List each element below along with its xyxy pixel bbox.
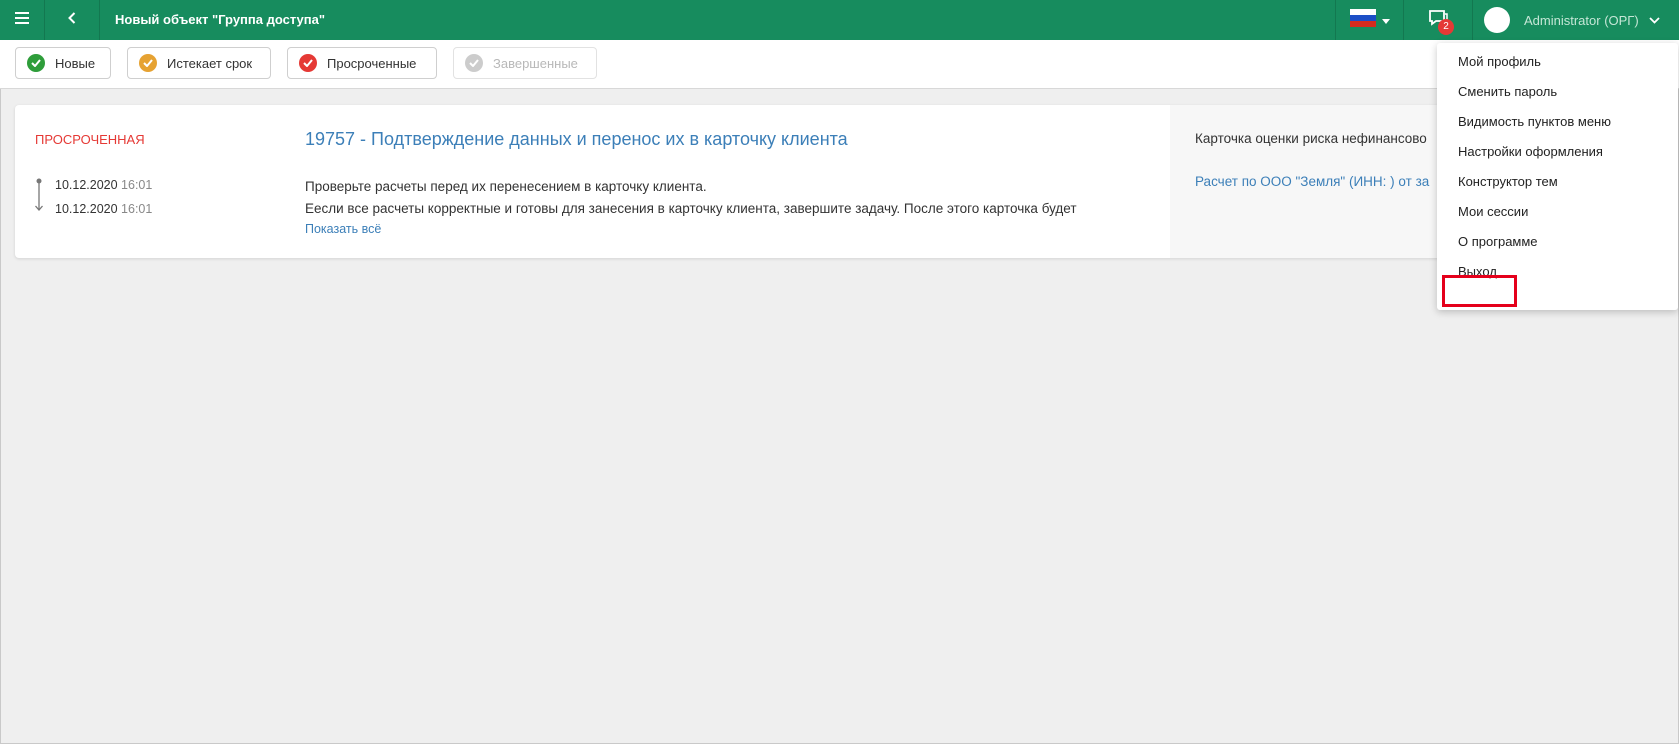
chevron-left-icon <box>68 11 76 29</box>
filter-label: Просроченные <box>327 55 417 71</box>
check-circle-icon <box>27 54 45 72</box>
end-datetime: 10.12.2020 16:01 <box>55 197 152 221</box>
separator <box>99 0 100 40</box>
menu-item-my-sessions[interactable]: Мои сессии <box>1458 204 1528 219</box>
check-circle-icon <box>139 54 157 72</box>
chevron-down-icon <box>1649 16 1660 24</box>
filter-bar: Новые Истекает срок Просроченные Заверше… <box>0 40 1679 89</box>
start-datetime: 10.12.2020 16:01 <box>55 173 152 197</box>
description-line: Проверьте расчеты перед их перенесением … <box>305 179 707 194</box>
show-all-link[interactable]: Показать всё <box>305 222 381 236</box>
menu-item-menu-visibility[interactable]: Видимость пунктов меню <box>1458 114 1611 129</box>
task-card[interactable]: ПРОСРОЧЕННАЯ 10.12.2020 16:01 10.12.2020… <box>15 105 1470 258</box>
menu-item-theme-constructor[interactable]: Конструктор тем <box>1458 174 1558 189</box>
filter-label: Новые <box>55 55 96 71</box>
start-date: 10.12.2020 <box>55 178 118 192</box>
task-title-link[interactable]: 19757 - Подтверждение данных и перенос и… <box>305 129 848 150</box>
filter-label: Истекает срок <box>167 55 253 71</box>
task-description: Проверьте расчеты перед их перенесением … <box>305 176 1077 220</box>
filter-overdue-button[interactable]: Просроченные <box>287 47 437 79</box>
menu-item-change-password[interactable]: Сменить пароль <box>1458 84 1557 99</box>
description-line: Еесли все расчеты корректные и готовы дл… <box>305 201 1077 216</box>
hamburger-icon <box>15 11 29 29</box>
back-button[interactable] <box>45 0 99 40</box>
menu-button[interactable] <box>0 0 44 40</box>
notifications-button[interactable] <box>1404 0 1472 40</box>
language-selector[interactable] <box>1336 0 1403 40</box>
filter-label: Завершенные <box>493 55 578 71</box>
notification-badge: 2 <box>1438 19 1454 35</box>
menu-item-profile[interactable]: Мой профиль <box>1458 54 1541 69</box>
filter-expiring-button[interactable]: Истекает срок <box>127 47 271 79</box>
related-objects-panel: Карточка оценки риска нефинансово Расчет… <box>1170 105 1470 258</box>
highlight-box <box>1442 275 1517 307</box>
avatar <box>1484 7 1510 33</box>
filter-completed-button[interactable]: Завершенные <box>453 47 597 79</box>
menu-item-appearance-settings[interactable]: Настройки оформления <box>1458 144 1603 159</box>
check-circle-icon <box>465 54 483 72</box>
page-title: Новый объект "Группа доступа" <box>115 12 326 27</box>
end-time: 16:01 <box>121 202 153 216</box>
check-circle-icon <box>299 54 317 72</box>
user-dropdown-menu: Мой профиль Сменить пароль Видимость пун… <box>1437 43 1678 310</box>
status-badge: ПРОСРОЧЕННАЯ <box>35 132 145 147</box>
menu-item-about[interactable]: О программе <box>1458 234 1538 249</box>
user-menu-toggle[interactable]: Administrator (ОРГ) <box>1473 0 1679 40</box>
top-bar: Новый объект "Группа доступа" 2 Administ… <box>0 0 1679 40</box>
russian-flag-icon <box>1349 8 1376 32</box>
end-date: 10.12.2020 <box>55 202 118 216</box>
start-time: 16:01 <box>121 178 153 192</box>
user-name: Administrator (ОРГ) <box>1524 12 1639 28</box>
related-object-title: Карточка оценки риска нефинансово <box>1195 131 1427 146</box>
caret-down-icon <box>1381 11 1390 29</box>
related-object-link[interactable]: Расчет по ООО "Земля" (ИНН: ) от за <box>1195 174 1429 189</box>
timeline-arrow-icon <box>34 178 44 217</box>
task-dates: 10.12.2020 16:01 10.12.2020 16:01 <box>55 173 152 221</box>
filter-new-button[interactable]: Новые <box>15 47 111 79</box>
